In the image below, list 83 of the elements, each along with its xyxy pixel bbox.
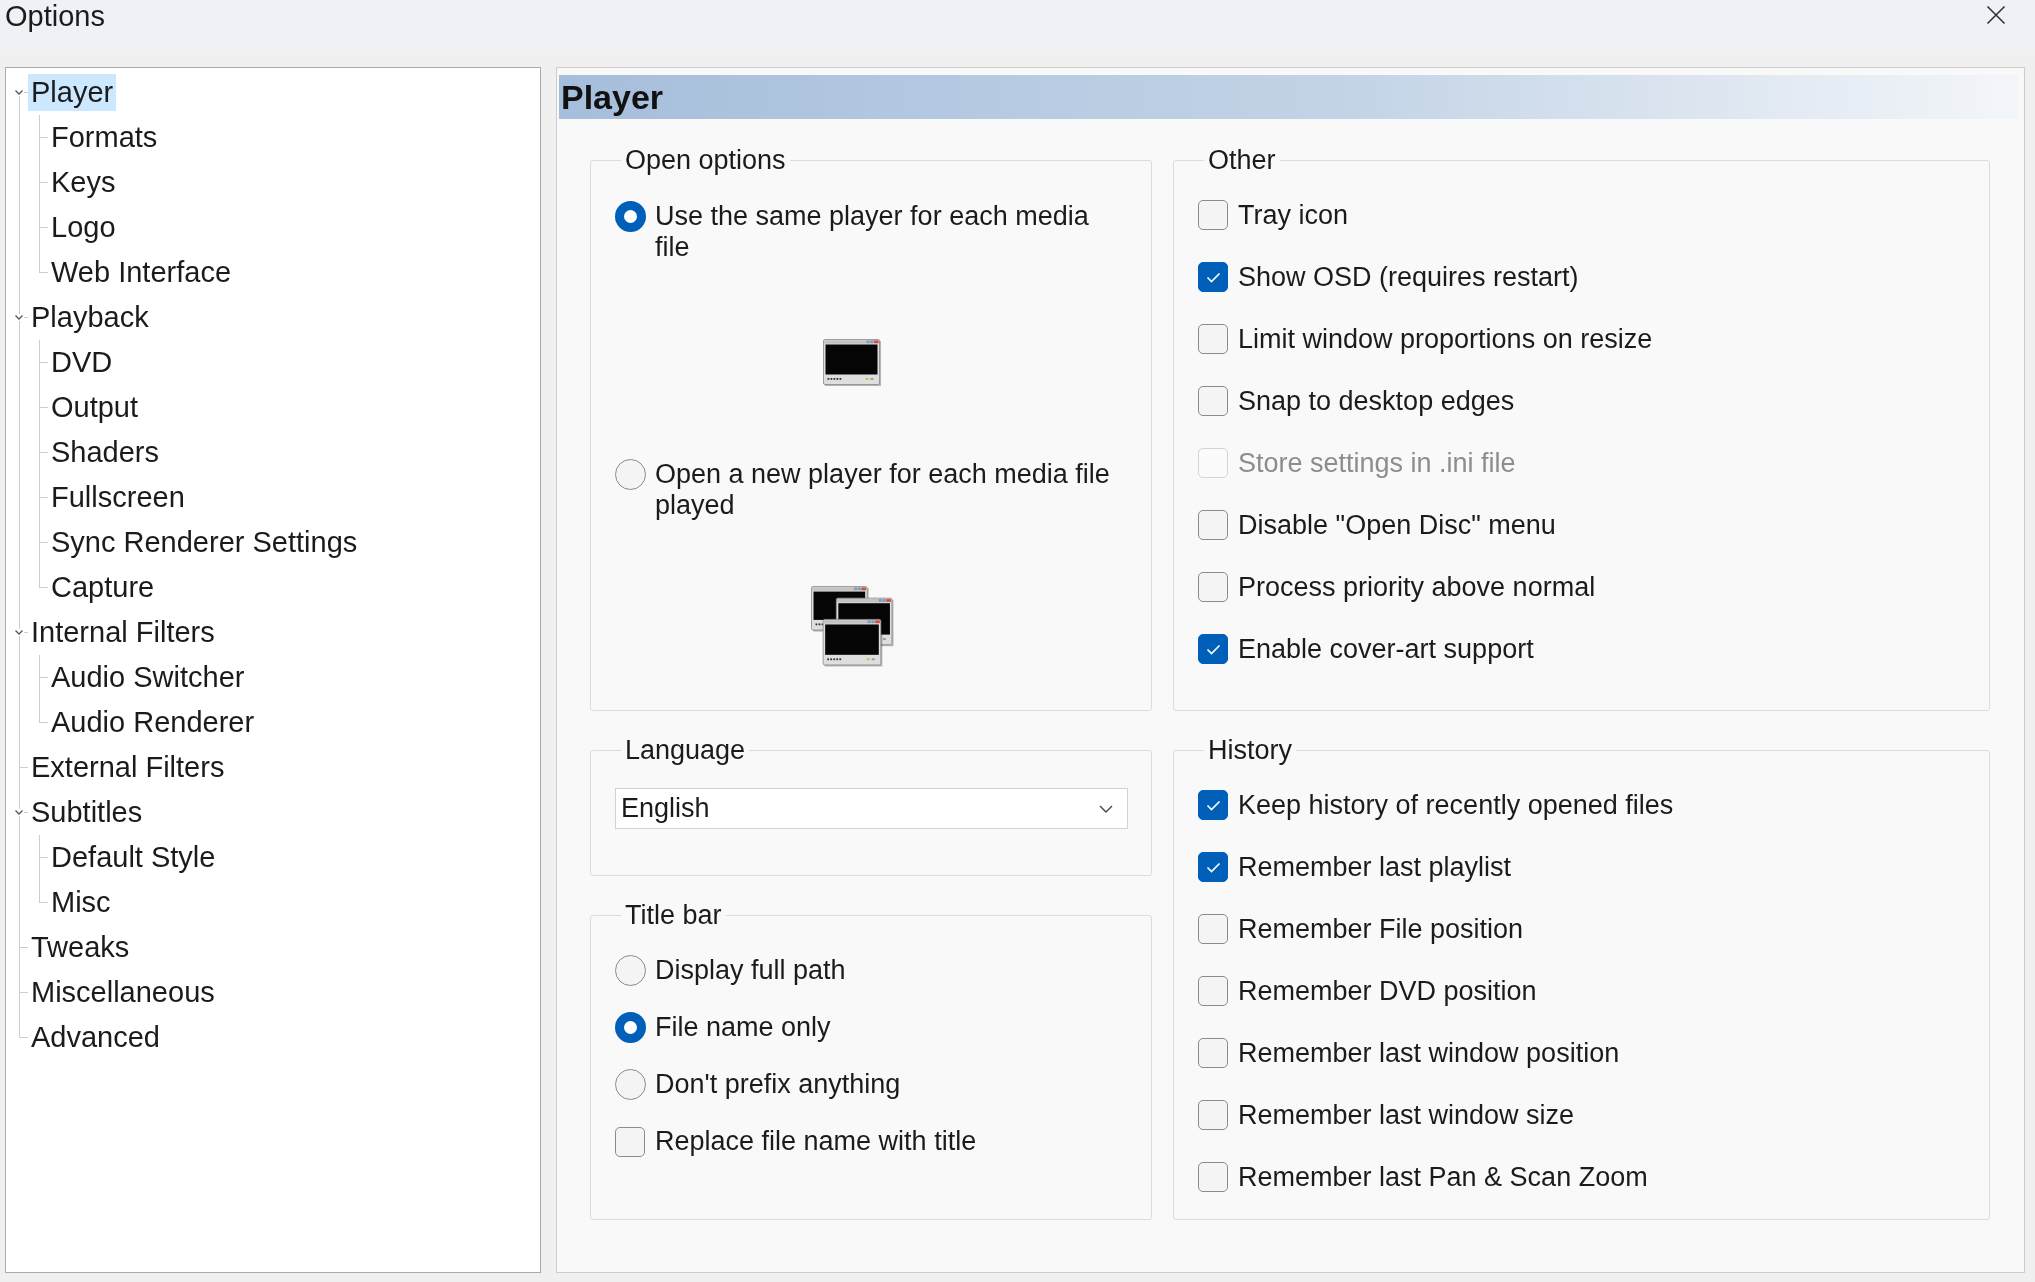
tree-item[interactable]: Audio Switcher [48,659,248,696]
tree-item[interactable]: Logo [48,209,119,246]
tree-item[interactable]: Advanced [28,1019,163,1056]
checkbox-label: Limit window proportions on resize [1238,323,1653,355]
group-title: Open options [624,145,787,176]
language-dropdown[interactable]: English [615,788,1128,829]
tree-item[interactable]: Sync Renderer Settings [48,524,361,561]
checkbox[interactable] [1198,386,1228,416]
tree-item[interactable]: Subtitles [28,794,146,831]
checkbox[interactable] [1198,1100,1228,1130]
radio-label: Use the same player for each media file [655,201,1090,263]
group-title: Language [624,735,747,766]
checkbox[interactable] [1198,1162,1228,1192]
checkmark-icon [1205,861,1221,873]
checkbox-label: Store settings in .ini file [1238,447,1516,479]
tree-item[interactable]: Player [28,74,117,111]
tree-item[interactable]: Miscellaneous [28,974,218,1011]
chevron-down-icon[interactable] [14,314,24,321]
stacked-windows-icon [810,586,896,669]
checkbox[interactable] [1198,572,1228,602]
checkbox[interactable] [1198,790,1228,820]
radio-label: File name only [655,1012,831,1043]
checkbox-label: Remember last Pan & Scan Zoom [1238,1161,1648,1193]
checkbox[interactable] [1198,914,1228,944]
radio-label: Don't prefix anything [655,1069,901,1100]
tree-item[interactable]: Keys [48,164,119,201]
checkbox[interactable] [1198,200,1228,230]
window-title: Options [5,0,105,32]
checkbox-label: Show OSD (requires restart) [1238,261,1579,293]
checkbox[interactable] [1198,634,1228,664]
tree-item[interactable]: Output [48,389,142,426]
tree-item[interactable]: Playback [28,299,152,336]
radio-button[interactable] [615,955,646,986]
group-title: Other [1207,145,1277,176]
checkbox-label: Keep history of recently opened files [1238,789,1674,821]
checkbox-label: Disable "Open Disc" menu [1238,509,1556,541]
checkbox-label: Process priority above normal [1238,571,1596,603]
checkbox[interactable] [1198,262,1228,292]
tree-item[interactable]: Audio Renderer [48,704,258,741]
tree-item[interactable]: External Filters [28,749,228,786]
radio-button[interactable] [615,1069,646,1100]
checkbox-label: Snap to desktop edges [1238,385,1515,417]
checkmark-icon [1205,643,1221,655]
tree-item[interactable]: Web Interface [48,254,234,291]
tree-item[interactable]: Default Style [48,839,219,876]
radio-label: Open a new player for each media file played [655,459,1111,521]
checkbox-label: Enable cover-art support [1238,633,1534,665]
group-title: Title bar [624,900,723,931]
tree-item[interactable]: Tweaks [28,929,133,966]
radio-label: Display full path [655,955,846,986]
tree-item[interactable]: Internal Filters [28,614,218,651]
page-header: Player [559,75,2018,119]
tree-item[interactable]: DVD [48,344,116,381]
chevron-down-icon[interactable] [14,809,24,816]
checkbox-label: Remember File position [1238,913,1524,945]
checkmark-icon [1205,271,1221,283]
checkbox[interactable] [1198,1038,1228,1068]
radio-button[interactable] [615,1012,646,1043]
tree-item[interactable]: Formats [48,119,161,156]
checkbox[interactable] [1198,324,1228,354]
checkbox-label: Remember DVD position [1238,975,1537,1007]
tree-item[interactable]: Capture [48,569,158,606]
tree-item[interactable]: Misc [48,884,114,921]
checkbox-label: Remember last window size [1238,1099,1575,1131]
group-title: History [1207,735,1293,766]
radio-button[interactable] [615,459,646,490]
checkbox-label: Replace file name with title [655,1126,977,1157]
close-icon[interactable] [1986,5,2006,25]
chevron-down-icon [1099,804,1113,813]
checkbox[interactable] [1198,510,1228,540]
tree-item[interactable]: Shaders [48,434,162,471]
checkbox-label: Remember last window position [1238,1037,1620,1069]
checkbox-label: Tray icon [1238,199,1349,231]
checkbox[interactable] [615,1126,645,1157]
checkbox[interactable] [1198,852,1228,882]
checkbox[interactable] [1198,976,1228,1006]
player-window-icon [823,339,883,388]
chevron-down-icon[interactable] [14,629,24,636]
tree-item[interactable]: Fullscreen [48,479,188,516]
chevron-down-icon[interactable] [14,89,24,96]
radio-button[interactable] [615,201,646,232]
checkbox-label: Remember last playlist [1238,851,1512,883]
checkmark-icon [1205,799,1221,811]
